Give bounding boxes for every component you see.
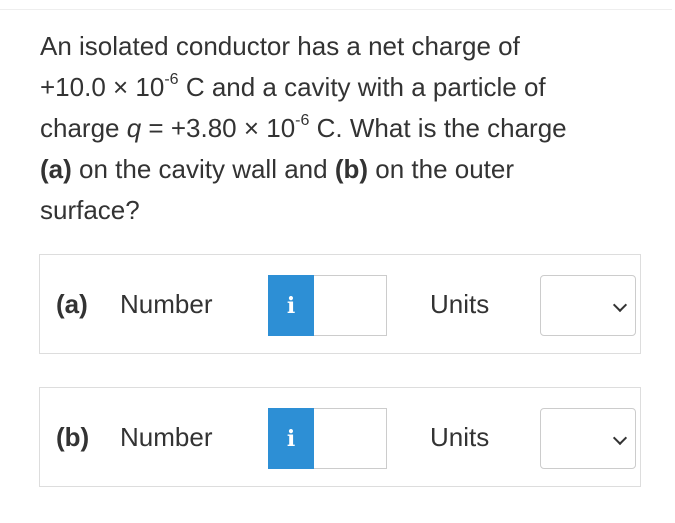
question-text: An isolated conductor has a net charge o…	[40, 26, 640, 231]
net-charge-value: +10.0 × 10	[40, 72, 165, 102]
info-icon[interactable]: i	[268, 408, 314, 469]
units-select-b[interactable]	[540, 408, 636, 469]
part-a-marker: (a)	[40, 154, 72, 184]
info-icon[interactable]: i	[268, 275, 314, 336]
particle-charge-exponent: -6	[295, 112, 310, 130]
number-label-b: Number	[120, 421, 213, 452]
chevron-down-icon	[612, 297, 628, 313]
units-label-a: Units	[430, 288, 490, 319]
question-line-3-rest: C. What is the charge	[309, 113, 567, 143]
question-line-2: C and a cavity with a particle of	[185, 72, 546, 102]
net-charge-exponent: -6	[164, 71, 179, 89]
question-line-1: An isolated conductor has a net charge o…	[40, 31, 520, 61]
question-line-5: surface?	[40, 195, 140, 225]
question-line-3-pre: charge	[40, 113, 127, 143]
top-divider	[0, 9, 672, 10]
particle-charge-value: = +3.80 × 10	[141, 113, 296, 143]
chevron-down-icon	[612, 430, 628, 446]
part-a-text: on the cavity wall and	[71, 154, 335, 184]
number-input-a[interactable]	[314, 275, 387, 336]
answer-row-b: (b) Number i Units	[39, 387, 641, 487]
answer-row-a: (a) Number i Units	[39, 254, 641, 354]
part-label-b: (b)	[56, 421, 90, 452]
part-label-a: (a)	[56, 288, 88, 319]
charge-symbol: q	[126, 113, 142, 143]
part-b-marker: (b)	[334, 154, 369, 184]
number-label-a: Number	[120, 288, 213, 319]
part-b-text: on the outer	[368, 154, 515, 184]
units-select-a[interactable]	[540, 275, 636, 336]
number-input-b[interactable]	[314, 408, 387, 469]
units-label-b: Units	[430, 421, 490, 452]
